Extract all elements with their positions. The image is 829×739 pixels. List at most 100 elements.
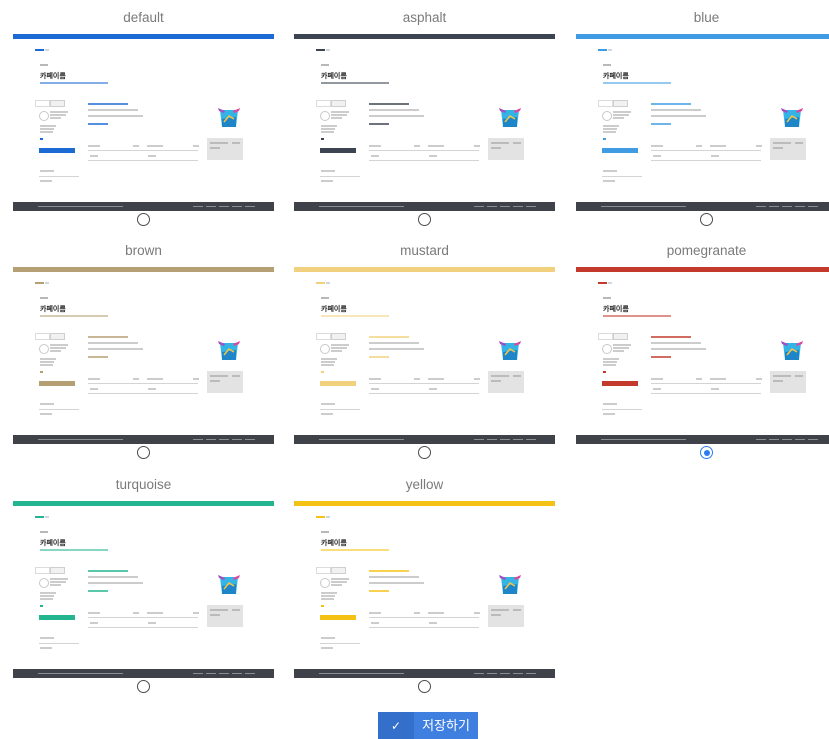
theme-card-mustard[interactable]: mustard 카페이름 xyxy=(294,240,555,460)
preview-text-line xyxy=(193,378,199,380)
preview-text-line xyxy=(88,576,138,578)
preview-accent-dot xyxy=(321,138,324,140)
theme-radio-pomegranate[interactable] xyxy=(700,446,713,459)
preview-input-line xyxy=(320,176,360,177)
preview-sidebar-box xyxy=(207,138,243,160)
theme-card-yellow[interactable]: yellow 카페이름 xyxy=(294,474,555,694)
preview-text-line xyxy=(321,637,335,639)
preview-cup-icon xyxy=(499,338,521,362)
preview-input-line xyxy=(651,150,761,151)
preview-input-line xyxy=(602,176,642,177)
preview-cup-icon xyxy=(781,105,803,129)
preview-tab xyxy=(50,333,65,340)
theme-radio-turquoise[interactable] xyxy=(137,680,150,693)
preview-page-title: 카페이름 xyxy=(40,540,66,547)
theme-radio-blue[interactable] xyxy=(700,213,713,226)
preview-text-line xyxy=(651,378,663,380)
theme-preview-turquoise[interactable]: 카페이름 xyxy=(13,501,274,678)
preview-text-line xyxy=(50,350,61,352)
preview-top-bar xyxy=(294,501,555,506)
theme-preview-yellow[interactable]: 카페이름 xyxy=(294,501,555,678)
preview-page-title: 카페이름 xyxy=(603,73,629,80)
preview-text-line xyxy=(40,128,54,130)
preview-tab xyxy=(316,333,331,340)
preview-text-line xyxy=(429,622,437,624)
preview-tab xyxy=(35,100,50,107)
preview-text-line xyxy=(331,581,347,583)
preview-text-line xyxy=(50,578,68,580)
preview-text-line xyxy=(651,109,701,111)
preview-input-line xyxy=(651,393,761,394)
theme-selector: default 카페이름 asphalt 카페이름 blue 카페이름 brow… xyxy=(0,0,829,739)
preview-text-line xyxy=(50,117,61,119)
check-icon: ✓ xyxy=(378,712,414,739)
preview-sidebar-box xyxy=(488,371,524,393)
preview-footer xyxy=(13,669,274,678)
theme-card-brown[interactable]: brown 카페이름 xyxy=(13,240,274,460)
preview-text-line xyxy=(428,612,444,614)
preview-input-line xyxy=(651,160,761,161)
preview-text-line xyxy=(603,128,617,130)
preview-text-line xyxy=(613,114,629,116)
theme-radio-default[interactable] xyxy=(137,213,150,226)
preview-label xyxy=(40,64,48,66)
theme-preview-default[interactable]: 카페이름 xyxy=(13,34,274,211)
theme-preview-pomegranate[interactable]: 카페이름 xyxy=(576,267,829,444)
preview-text-line xyxy=(653,155,661,157)
preview-text-line xyxy=(331,584,342,586)
preview-text-line xyxy=(474,612,480,614)
preview-tab xyxy=(613,100,628,107)
preview-tab xyxy=(598,100,613,107)
preview-avatar-icon xyxy=(39,111,49,121)
theme-card-blue[interactable]: blue 카페이름 xyxy=(576,7,829,227)
preview-input-line xyxy=(651,383,761,384)
preview-text-line xyxy=(50,581,66,583)
preview-accent-dot xyxy=(603,371,606,373)
theme-card-asphalt[interactable]: asphalt 카페이름 xyxy=(294,7,555,227)
theme-radio-asphalt[interactable] xyxy=(418,213,431,226)
preview-tab xyxy=(316,567,331,574)
preview-tab xyxy=(331,567,346,574)
preview-text-line xyxy=(331,578,349,580)
preview-text-line xyxy=(40,361,54,363)
preview-logo-text xyxy=(45,282,49,284)
theme-radio-yellow[interactable] xyxy=(418,680,431,693)
preview-cup-icon xyxy=(499,105,521,129)
preview-text-line xyxy=(696,378,702,380)
preview-avatar-icon xyxy=(320,578,330,588)
preview-tab xyxy=(331,333,346,340)
preview-page-title: 카페이름 xyxy=(321,540,347,547)
theme-preview-blue[interactable]: 카페이름 xyxy=(576,34,829,211)
preview-tab xyxy=(35,567,50,574)
preview-text-line xyxy=(40,125,56,127)
preview-avatar-icon xyxy=(39,578,49,588)
preview-avatar-icon xyxy=(320,111,330,121)
preview-text-line xyxy=(613,117,624,119)
preview-text-line xyxy=(321,595,335,597)
preview-label xyxy=(321,531,329,533)
preview-label xyxy=(40,297,48,299)
preview-text-line xyxy=(88,109,138,111)
preview-text-line xyxy=(88,348,143,350)
preview-tab xyxy=(50,100,65,107)
theme-card-default[interactable]: default 카페이름 xyxy=(13,7,274,227)
theme-radio-brown[interactable] xyxy=(137,446,150,459)
preview-footer xyxy=(294,435,555,444)
preview-label xyxy=(321,64,329,66)
save-button[interactable]: ✓ 저장하기 xyxy=(378,712,478,739)
preview-text-line xyxy=(40,592,56,594)
theme-card-turquoise[interactable]: turquoise 카페이름 xyxy=(13,474,274,694)
preview-tab xyxy=(613,333,628,340)
theme-preview-brown[interactable]: 카페이름 xyxy=(13,267,274,444)
preview-text-line xyxy=(613,350,624,352)
preview-button xyxy=(602,148,638,153)
theme-preview-asphalt[interactable]: 카페이름 xyxy=(294,34,555,211)
preview-input-line xyxy=(369,393,479,394)
preview-text-line xyxy=(603,413,615,415)
preview-subtitle xyxy=(321,549,389,551)
theme-radio-mustard[interactable] xyxy=(418,446,431,459)
theme-card-pomegranate[interactable]: pomegranate 카페이름 xyxy=(576,240,829,460)
preview-text-line xyxy=(331,117,342,119)
theme-preview-mustard[interactable]: 카페이름 xyxy=(294,267,555,444)
preview-text-line xyxy=(711,388,719,390)
